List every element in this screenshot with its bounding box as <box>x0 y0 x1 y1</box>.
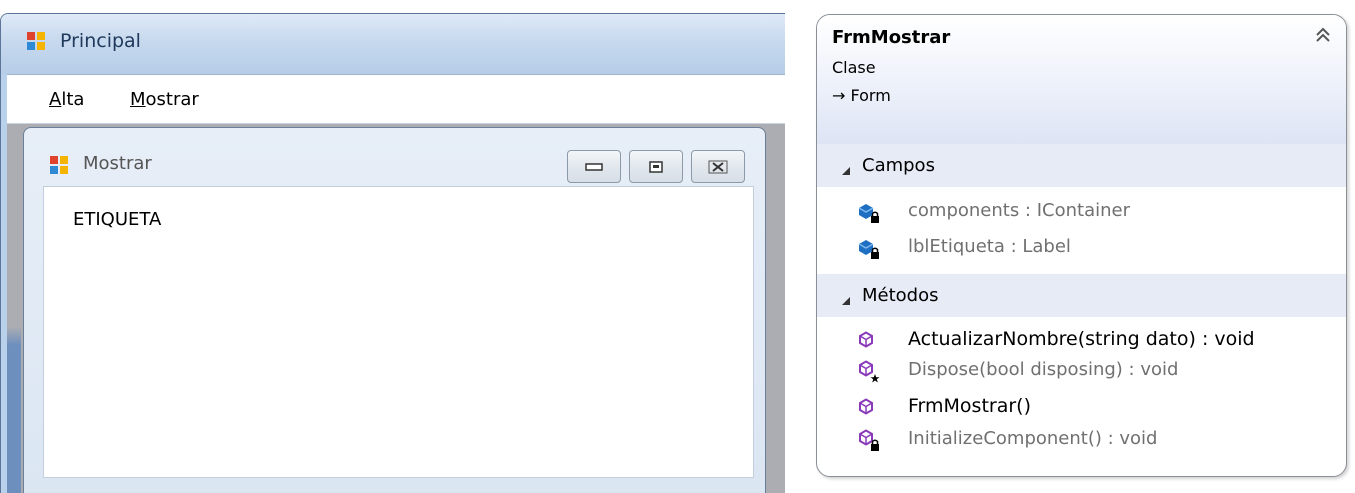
class-base-type: → Form <box>832 86 891 105</box>
expand-triangle-icon <box>841 291 851 310</box>
member-text: Dispose(bool disposing) : void <box>908 359 1179 380</box>
class-name: FrmMostrar <box>832 27 951 48</box>
menu-bar: Alta Mostrar <box>7 74 785 124</box>
minimize-icon <box>585 162 603 171</box>
child-window-icon <box>49 155 69 179</box>
private-field-icon <box>856 237 882 265</box>
close-icon <box>708 160 728 173</box>
close-button[interactable] <box>691 150 745 183</box>
expand-triangle-icon <box>841 161 851 180</box>
protected-method-icon <box>856 360 882 388</box>
menu-mostrar-accel: M <box>130 89 146 110</box>
public-method-icon <box>856 396 882 424</box>
restore-icon <box>649 160 663 173</box>
member-text: FrmMostrar() <box>908 395 1031 417</box>
mdi-client-edge <box>7 124 21 493</box>
class-kind: Clase <box>832 58 876 77</box>
mostrar-client-area: ETIQUETA <box>43 186 754 478</box>
member-text: InitializeComponent() : void <box>908 428 1158 449</box>
member-text: components : IContainer <box>908 200 1130 221</box>
etiqueta-label: ETIQUETA <box>73 209 162 230</box>
member-text: lblEtiqueta : Label <box>908 236 1071 257</box>
class-header: FrmMostrar Clase → Form <box>817 15 1346 144</box>
collapse-chevron-icon[interactable] <box>1315 27 1331 47</box>
member-text: ActualizarNombre(string dato) : void <box>908 328 1255 350</box>
menu-mostrar-label: ostrar <box>145 89 199 110</box>
mostrar-child-window[interactable]: Mostrar ETIQUETA <box>23 127 766 493</box>
minimize-button[interactable] <box>567 150 621 183</box>
menu-item-alta[interactable]: Alta <box>49 89 84 110</box>
section-campos-header[interactable]: Campos <box>817 144 1346 187</box>
menu-item-mostrar[interactable]: Mostrar <box>130 89 199 110</box>
public-method-icon <box>856 329 882 357</box>
section-metodos-title: Métodos <box>862 285 939 306</box>
private-method-icon <box>856 429 882 457</box>
principal-window: Principal Alta Mostrar Mostrar ETIQUETA <box>0 13 785 493</box>
section-metodos-header[interactable]: Métodos <box>817 274 1346 317</box>
mostrar-title: Mostrar <box>83 153 152 174</box>
menu-alta-label: lta <box>61 89 85 110</box>
private-field-icon <box>856 201 882 229</box>
menu-alta-accel: A <box>49 89 62 110</box>
principal-title: Principal <box>60 30 141 52</box>
principal-titlebar[interactable]: Principal <box>1 14 785 74</box>
app-window-icon <box>26 31 46 55</box>
section-campos-title: Campos <box>862 155 935 176</box>
class-diagram-box[interactable]: FrmMostrar Clase → Form Campos component… <box>816 14 1347 477</box>
restore-button[interactable] <box>629 150 683 183</box>
